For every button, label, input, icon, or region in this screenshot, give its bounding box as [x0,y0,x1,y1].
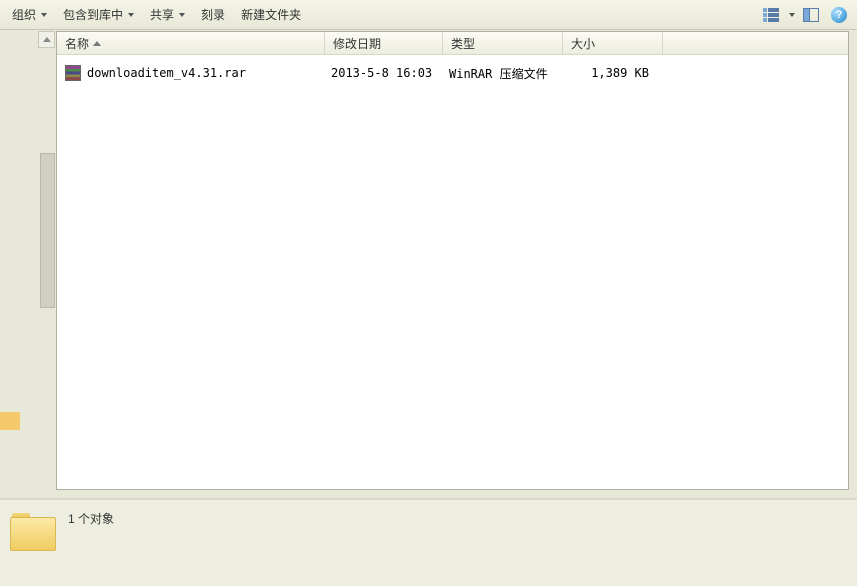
chevron-down-icon [128,13,134,17]
new-folder-button[interactable]: 新建文件夹 [235,3,307,26]
share-label: 共享 [150,6,174,23]
column-header-date[interactable]: 修改日期 [325,32,443,54]
scrollbar-thumb[interactable] [40,153,55,308]
preview-pane-button[interactable] [799,4,823,26]
column-size-label: 大小 [571,35,595,52]
column-headers: 名称 修改日期 类型 大小 [57,32,848,55]
help-icon: ? [831,7,847,23]
chevron-down-icon[interactable] [789,13,795,17]
column-type-label: 类型 [451,35,475,52]
column-header-name[interactable]: 名称 [57,32,325,54]
sort-ascending-icon [93,41,101,46]
preview-pane-icon [803,8,819,22]
scroll-up-button[interactable] [38,31,55,48]
file-rows: downloaditem_v4.31.rar 2013-5-8 16:03 Wi… [57,55,848,489]
file-size: 1,389 KB [569,66,669,80]
column-name-label: 名称 [65,35,89,52]
file-type: WinRAR 压缩文件 [449,65,569,82]
main-area: 名称 修改日期 类型 大小 downloaditem_v4.31.rar 201… [0,30,857,490]
file-name: downloaditem_v4.31.rar [87,66,331,80]
column-header-size[interactable]: 大小 [563,32,663,54]
help-button[interactable]: ? [827,4,851,26]
chevron-down-icon [41,13,47,17]
column-header-type[interactable]: 类型 [443,32,563,54]
organize-label: 组织 [12,6,36,23]
folder-icon [10,510,58,550]
column-date-label: 修改日期 [333,35,381,52]
organize-button[interactable]: 组织 [6,3,53,26]
burn-label: 刻录 [201,6,225,23]
new-folder-label: 新建文件夹 [241,6,301,23]
share-button[interactable]: 共享 [144,3,191,26]
burn-button[interactable]: 刻录 [195,3,231,26]
list-view-icon [763,8,779,22]
file-date: 2013-5-8 16:03 [331,66,449,80]
status-bar: 1 个对象 [0,498,857,586]
file-row[interactable]: downloaditem_v4.31.rar 2013-5-8 16:03 Wi… [57,63,848,83]
include-library-button[interactable]: 包含到库中 [57,3,140,26]
nav-highlight [0,412,20,430]
status-text: 1 个对象 [68,506,114,527]
toolbar: 组织 包含到库中 共享 刻录 新建文件夹 ? [0,0,857,30]
view-mode-button[interactable] [759,4,783,26]
file-list: 名称 修改日期 类型 大小 downloaditem_v4.31.rar 201… [56,31,849,490]
include-library-label: 包含到库中 [63,6,123,23]
rar-file-icon [65,65,81,81]
chevron-down-icon [179,13,185,17]
